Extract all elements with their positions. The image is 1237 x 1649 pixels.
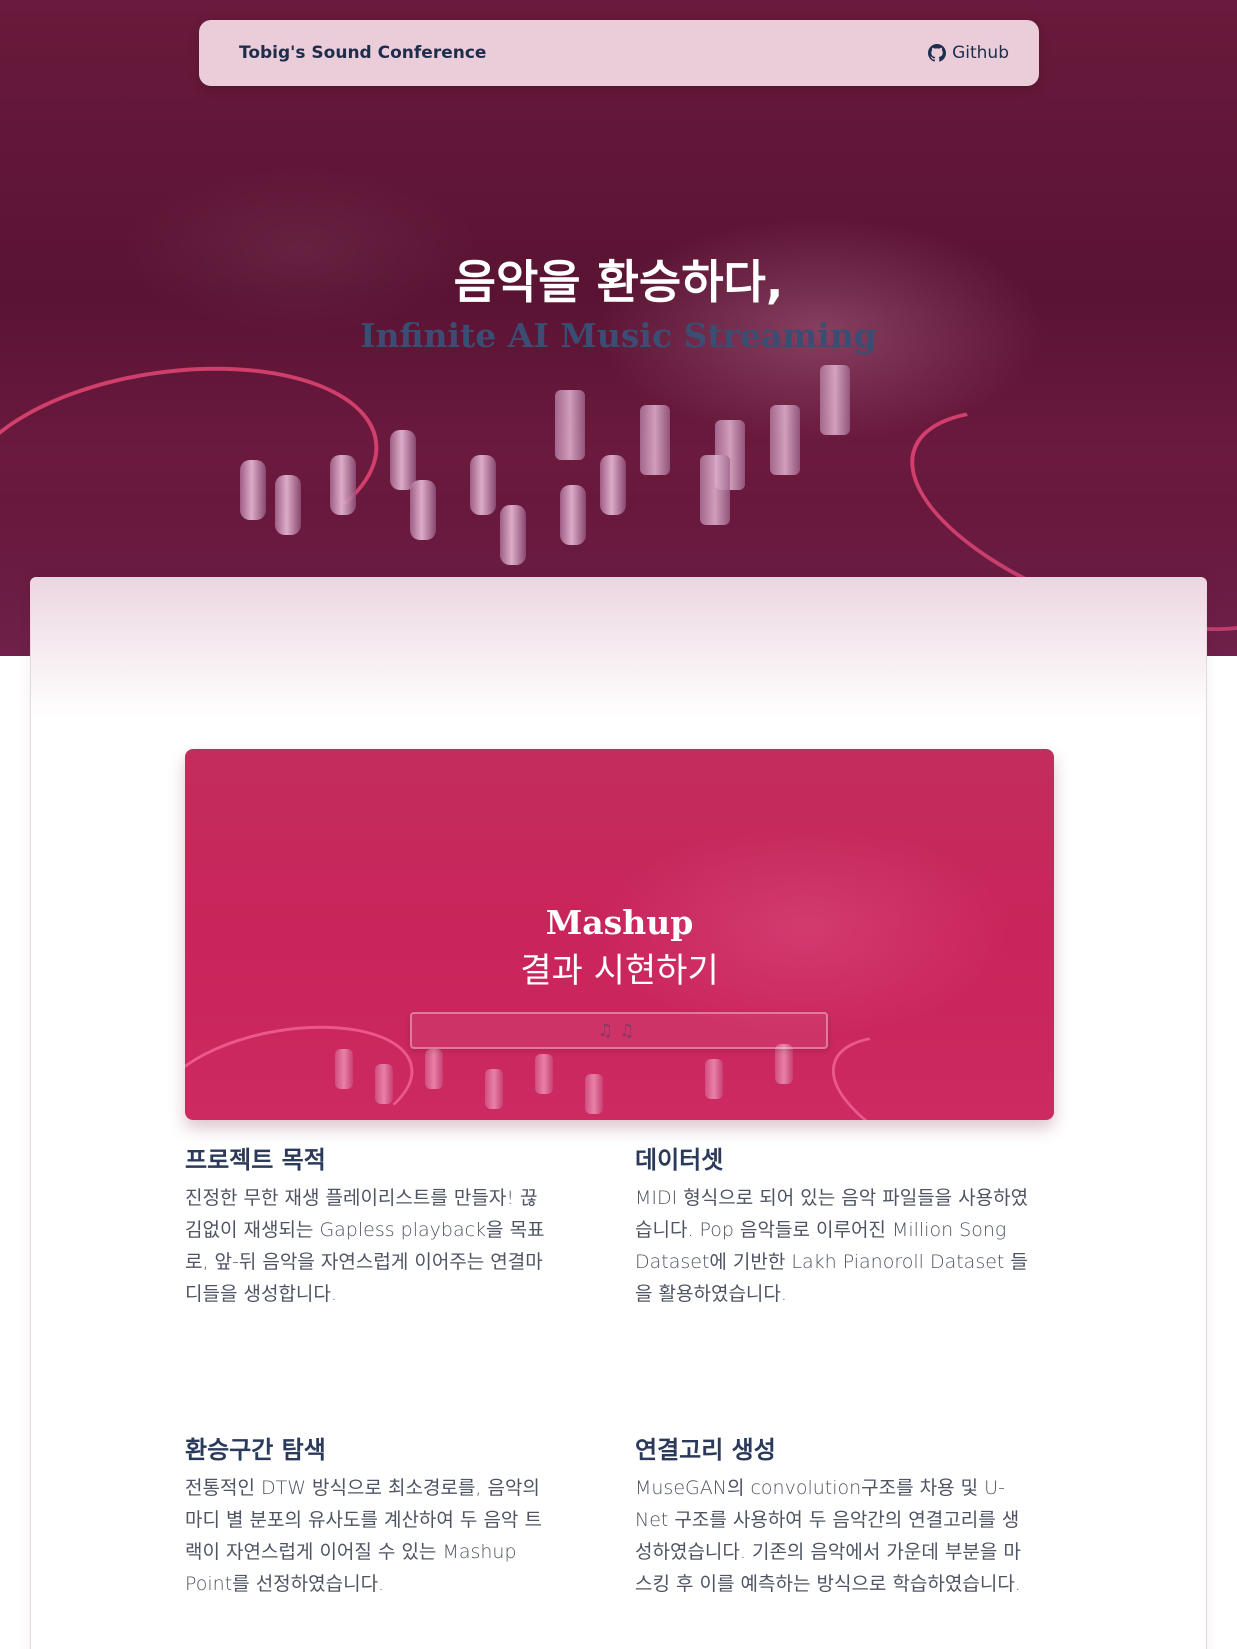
mashup-title: Mashup: [545, 903, 694, 942]
brand-logo[interactable]: Tobig's Sound Conference: [239, 43, 486, 63]
github-icon: [928, 44, 947, 62]
knob: [535, 1054, 553, 1094]
fader: [555, 390, 585, 460]
fader: [770, 405, 800, 475]
knob: [425, 1049, 443, 1089]
knob: [560, 485, 586, 545]
feature-title: 환승구간 탐색: [185, 1436, 326, 1464]
feature-transition-search: 환승구간 탐색 전통적인 DTW 방식으로 최소경로를, 음악의 마디 별 분포…: [185, 1430, 545, 1600]
turntable-right: [812, 1004, 1054, 1120]
audio-player[interactable]: ♫♫: [410, 1012, 828, 1049]
knob: [775, 1044, 793, 1084]
knob: [390, 430, 416, 490]
knob: [705, 1059, 723, 1099]
mashup-banner: Mashup 결과 시현하기 ♫♫: [185, 749, 1054, 1120]
knob: [240, 460, 266, 520]
feature-body: MIDI 형식으로 되어 있는 음악 파일들을 사용하였습니다. Pop 음악들…: [635, 1187, 1029, 1305]
feature-title: 프로젝트 목적: [185, 1146, 326, 1174]
feature-title: 연결고리 생성: [635, 1436, 776, 1464]
hero-section: 음악을 환승하다, Infinite AI Music Streaming: [0, 0, 1237, 656]
knob: [330, 455, 356, 515]
knob: [500, 505, 526, 565]
knob: [275, 475, 301, 535]
hero-subtitle: Infinite AI Music Streaming: [360, 316, 877, 355]
knob: [600, 455, 626, 515]
hero-title: 음악을 환승하다,: [453, 255, 784, 309]
knob: [410, 480, 436, 540]
fader: [820, 365, 850, 435]
feature-body: 진정한 무한 재생 플레이리스트를 만들자! 끊김없이 재생되는 Gapless…: [185, 1187, 545, 1305]
knob: [375, 1064, 393, 1104]
feature-link-generation: 연결고리 생성 MuseGAN의 convolution구조를 차용 및 U-N…: [635, 1430, 1035, 1600]
feature-body: 전통적인 DTW 방식으로 최소경로를, 음악의 마디 별 분포의 유사도를 계…: [185, 1477, 542, 1595]
knob: [470, 455, 496, 515]
fader: [700, 455, 730, 525]
github-label: Github: [952, 43, 1009, 63]
knob: [485, 1069, 503, 1109]
knob: [335, 1049, 353, 1089]
mashup-subtitle: 결과 시현하기: [520, 951, 719, 991]
knob: [585, 1074, 603, 1114]
fader: [640, 405, 670, 475]
feature-purpose: 프로젝트 목적 진정한 무한 재생 플레이리스트를 만들자! 끊김없이 재생되는…: [185, 1140, 545, 1310]
feature-dataset: 데이터셋 MIDI 형식으로 되어 있는 음악 파일들을 사용하였습니다. Po…: [635, 1140, 1035, 1310]
feature-body: MuseGAN의 convolution구조를 차용 및 U-Net 구조를 사…: [635, 1477, 1021, 1595]
music-notes-icon: ♫♫: [597, 1020, 641, 1041]
github-link[interactable]: Github: [928, 43, 1009, 63]
navbar: Tobig's Sound Conference Github: [199, 20, 1039, 86]
feature-title: 데이터셋: [635, 1146, 724, 1174]
